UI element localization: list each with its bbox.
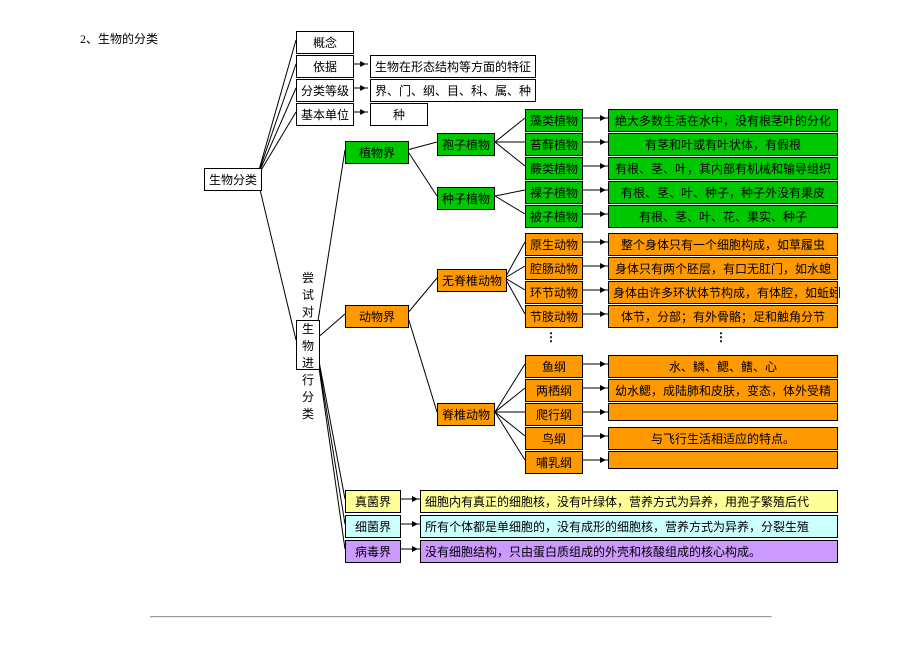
reptile-text — [608, 403, 838, 421]
animal-kingdom: 动物界 — [345, 305, 409, 328]
fungi-text: 细胞内有真正的细胞核，没有叶绿体，营养方式为异养，用孢子繁殖后代 — [420, 490, 838, 513]
basis-node: 依据 — [296, 55, 354, 78]
vertebrate: 脊椎动物 — [437, 403, 495, 426]
basis-text: 生物在形态结构等方面的特征 — [370, 55, 536, 78]
protozoa: 原生动物 — [525, 233, 583, 256]
spore-plants: 孢子植物 — [437, 133, 495, 156]
gymnosperm-text: 有根、茎、叶、种子，种子外没有果皮 — [608, 181, 838, 204]
arthropod-text: 体节，分部；有外骨骼；足和触角分节 — [608, 305, 838, 328]
coelenterate-text: 身体只有两个胚层，有口无肛门，如水螅 — [608, 257, 838, 280]
invertebrate: 无脊椎动物 — [437, 269, 507, 292]
footer-divider — [150, 616, 772, 618]
bird: 鸟纲 — [525, 427, 583, 450]
angiosperm: 被子植物 — [525, 205, 583, 228]
rank-text: 界、门、纲、目、科、属、种 — [370, 79, 536, 102]
moss: 苔藓植物 — [525, 133, 583, 156]
virus-kingdom: 病毒界 — [345, 540, 401, 563]
mammal: 哺乳纲 — [525, 451, 583, 474]
plant-kingdom: 植物界 — [345, 141, 409, 164]
annelid: 环节动物 — [525, 281, 583, 304]
moss-text: 有茎和叶或有叶状体，有假根 — [608, 133, 838, 156]
ellipsis-icon: ⋮ — [715, 330, 727, 345]
bacteria-kingdom: 细菌界 — [345, 515, 401, 538]
fern: 蕨类植物 — [525, 157, 583, 180]
fish: 鱼纲 — [525, 355, 583, 378]
fish-text: 水、鳞、鳃、鳍、心 — [608, 355, 838, 378]
amphibian-text: 幼水鳃，成陆肺和皮肤，变态，体外受精 — [608, 379, 838, 402]
angiosperm-text: 有根、茎、叶、花、果实、种子 — [608, 205, 838, 228]
fern-text: 有根、茎、叶，其内部有机械和输导组织 — [608, 157, 838, 180]
fungi-kingdom: 真菌界 — [345, 490, 401, 513]
arthropod: 节肢动物 — [525, 305, 583, 328]
algae: 藻类植物 — [525, 109, 583, 132]
coelenterate: 腔肠动物 — [525, 257, 583, 280]
gymnosperm: 裸子植物 — [525, 181, 583, 204]
algae-text: 绝大多数生活在水中，没有根茎叶的分化 — [608, 109, 838, 132]
bird-text: 与飞行生活相适应的特点。 — [608, 427, 838, 450]
ellipsis-icon: ⋮ — [545, 330, 557, 345]
annelid-text: 身体由许多环状体节构成，有体腔，如蚯蚓 — [608, 281, 838, 304]
virus-text: 没有细胞结构，只由蛋白质组成的外壳和核酸组成的核心构成。 — [420, 540, 838, 563]
amphibian: 两栖纲 — [525, 379, 583, 402]
reptile: 爬行纲 — [525, 403, 583, 426]
bacteria-text: 所有个体都是单细胞的，没有成形的细胞核，营养方式为异养，分裂生殖 — [420, 515, 838, 538]
protozoa-text: 整个身体只有一个细胞构成，如草履虫 — [608, 233, 838, 256]
seed-plants: 种子植物 — [437, 187, 495, 210]
concept-node: 概念 — [296, 31, 354, 54]
unit-node: 基本单位 — [296, 103, 354, 126]
rank-node: 分类等级 — [296, 79, 354, 102]
unit-text: 种 — [370, 103, 428, 126]
root-node: 生物分类 — [204, 168, 262, 191]
try-classify-node: 尝试对生物 进行分类 — [296, 320, 320, 370]
mammal-text — [608, 451, 838, 469]
